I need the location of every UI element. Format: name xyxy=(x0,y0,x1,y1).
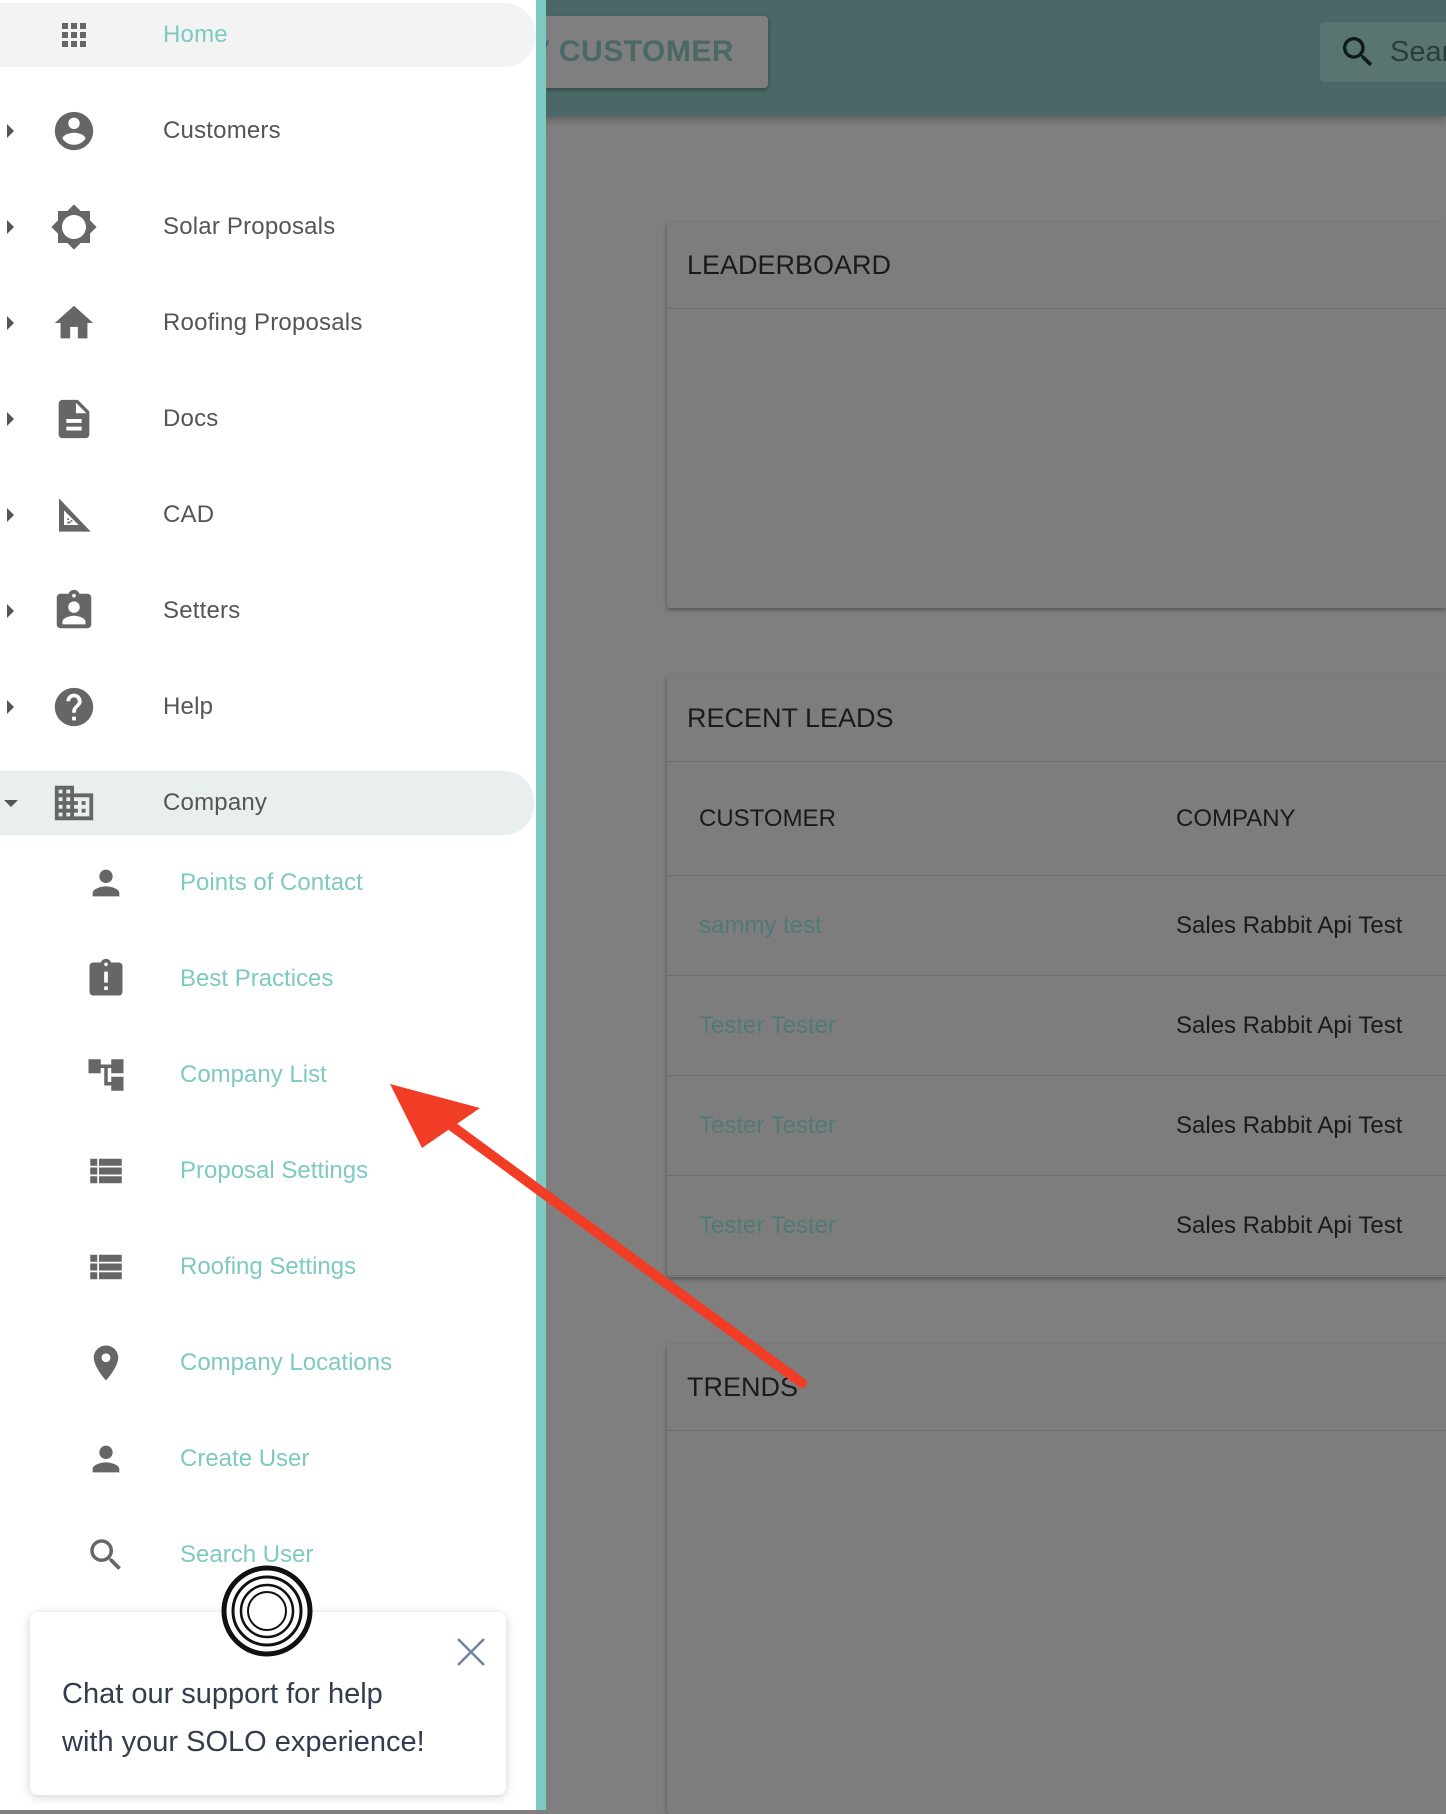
sidebar-item-label: Setters xyxy=(163,597,241,624)
caret-right-icon xyxy=(7,604,14,618)
list-icon xyxy=(84,1245,128,1289)
lead-customer-link[interactable]: sammy test xyxy=(667,875,1176,976)
sidebar-item-roofing-proposals[interactable]: Roofing Proposals xyxy=(0,291,536,355)
search-input[interactable] xyxy=(1388,34,1446,70)
trends-title: TRENDS xyxy=(667,1344,1446,1431)
recent-leads-table: CUSTOMER COMPANY sammy test Sales Rabbit… xyxy=(667,762,1446,1276)
column-header-company: COMPANY xyxy=(1176,762,1446,876)
submenu-item-label: Company List xyxy=(180,1061,327,1088)
assignment-ind-icon xyxy=(50,587,98,635)
submenu-item-label: Best Practices xyxy=(180,965,334,992)
submenu-item-best-practices[interactable]: Best Practices xyxy=(0,947,536,1011)
submenu-item-roofing-settings[interactable]: Roofing Settings xyxy=(0,1235,536,1299)
account-circle-icon xyxy=(50,107,98,155)
recent-leads-card: RECENT LEADS CUSTOMER COMPANY sammy test… xyxy=(667,675,1446,1277)
leaderboard-title: LEADERBOARD xyxy=(667,222,1446,309)
sidebar-item-solar-proposals[interactable]: Solar Proposals xyxy=(0,195,536,259)
column-header-customer: CUSTOMER xyxy=(667,762,1176,876)
search-icon xyxy=(1343,37,1373,67)
submenu-item-label: Create User xyxy=(180,1445,310,1472)
support-logo-icon[interactable] xyxy=(220,1564,314,1658)
lead-company: Sales Rabbit Api Test xyxy=(1176,1175,1446,1276)
sidebar-item-label: Customers xyxy=(163,117,281,144)
sidebar-item-label: Roofing Proposals xyxy=(163,309,363,336)
set-square-icon xyxy=(50,491,98,539)
submenu-item-proposal-settings[interactable]: Proposal Settings xyxy=(0,1139,536,1203)
leaderboard-card: LEADERBOARD xyxy=(667,222,1446,608)
list-icon xyxy=(84,1149,128,1193)
caret-right-icon xyxy=(7,220,14,234)
person-icon xyxy=(84,1437,128,1481)
table-row[interactable]: Tester Tester Sales Rabbit Api Test xyxy=(667,975,1446,1076)
assignment-late-icon xyxy=(84,957,128,1001)
lead-customer-link[interactable]: Tester Tester xyxy=(667,1175,1176,1276)
search-icon xyxy=(84,1533,128,1577)
lead-company: Sales Rabbit Api Test xyxy=(1176,875,1446,976)
apps-grid-icon xyxy=(50,11,98,59)
account-tree-icon xyxy=(84,1053,128,1097)
sidebar-item-label: Docs xyxy=(163,405,219,432)
caret-right-icon xyxy=(7,508,14,522)
sidebar-item-label: Company xyxy=(163,789,268,816)
table-header-row: CUSTOMER COMPANY xyxy=(667,762,1446,876)
trends-card: TRENDS xyxy=(667,1344,1446,1814)
sidebar-item-customers[interactable]: Customers xyxy=(0,99,536,163)
lead-customer-link[interactable]: Tester Tester xyxy=(667,975,1176,1076)
sidebar-item-label: Home xyxy=(163,21,228,48)
sidebar-item-label: Help xyxy=(163,693,214,720)
sidebar-item-cad[interactable]: CAD xyxy=(0,483,536,547)
sidebar-item-docs[interactable]: Docs xyxy=(0,387,536,451)
lead-customer-link[interactable]: Tester Tester xyxy=(667,1075,1176,1176)
caret-right-icon xyxy=(7,412,14,426)
sidebar-item-home[interactable]: Home xyxy=(0,3,536,67)
submenu-item-company-list[interactable]: Company List xyxy=(0,1043,536,1107)
close-icon[interactable] xyxy=(455,1636,487,1673)
new-customer-button[interactable]: V CUSTOMER xyxy=(540,16,768,88)
building-icon xyxy=(50,779,98,827)
help-circle-icon xyxy=(50,683,98,731)
chat-message: Chat our support for help with your SOLO… xyxy=(62,1678,425,1758)
submenu-item-company-locations[interactable]: Company Locations xyxy=(0,1331,536,1395)
caret-right-icon xyxy=(7,700,14,714)
submenu-item-label: Points of Contact xyxy=(180,869,363,896)
table-row[interactable]: Tester Tester Sales Rabbit Api Test xyxy=(667,1175,1446,1276)
caret-right-icon xyxy=(7,316,14,330)
table-row[interactable]: Tester Tester Sales Rabbit Api Test xyxy=(667,1075,1446,1176)
caret-right-icon xyxy=(7,124,14,138)
sidebar-item-label: CAD xyxy=(163,501,215,528)
location-pin-icon xyxy=(84,1341,128,1385)
lead-company: Sales Rabbit Api Test xyxy=(1176,975,1446,1076)
home-icon xyxy=(50,299,98,347)
submenu-item-label: Proposal Settings xyxy=(180,1157,369,1184)
top-bar: V CUSTOMER xyxy=(540,0,1446,116)
caret-down-icon xyxy=(4,799,18,807)
submenu-item-label: Roofing Settings xyxy=(180,1253,357,1280)
sidebar-item-setters[interactable]: Setters xyxy=(0,579,536,643)
document-icon xyxy=(50,395,98,443)
sun-icon xyxy=(50,203,98,251)
recent-leads-title: RECENT LEADS xyxy=(667,675,1446,762)
person-icon xyxy=(84,861,128,905)
table-row[interactable]: sammy test Sales Rabbit Api Test xyxy=(667,875,1446,976)
submenu-item-label: Company Locations xyxy=(180,1349,393,1376)
submenu-item-create-user[interactable]: Create User xyxy=(0,1427,536,1491)
lead-company: Sales Rabbit Api Test xyxy=(1176,1075,1446,1176)
search-box[interactable] xyxy=(1320,22,1446,82)
sidebar-item-help[interactable]: Help xyxy=(0,675,536,739)
sidebar-item-company[interactable]: Company xyxy=(0,771,534,835)
sidebar-drawer: Home Customers Solar Proposals Roofing P… xyxy=(0,0,546,1810)
sidebar-item-label: Solar Proposals xyxy=(163,213,336,240)
submenu-item-points-of-contact[interactable]: Points of Contact xyxy=(0,851,536,915)
